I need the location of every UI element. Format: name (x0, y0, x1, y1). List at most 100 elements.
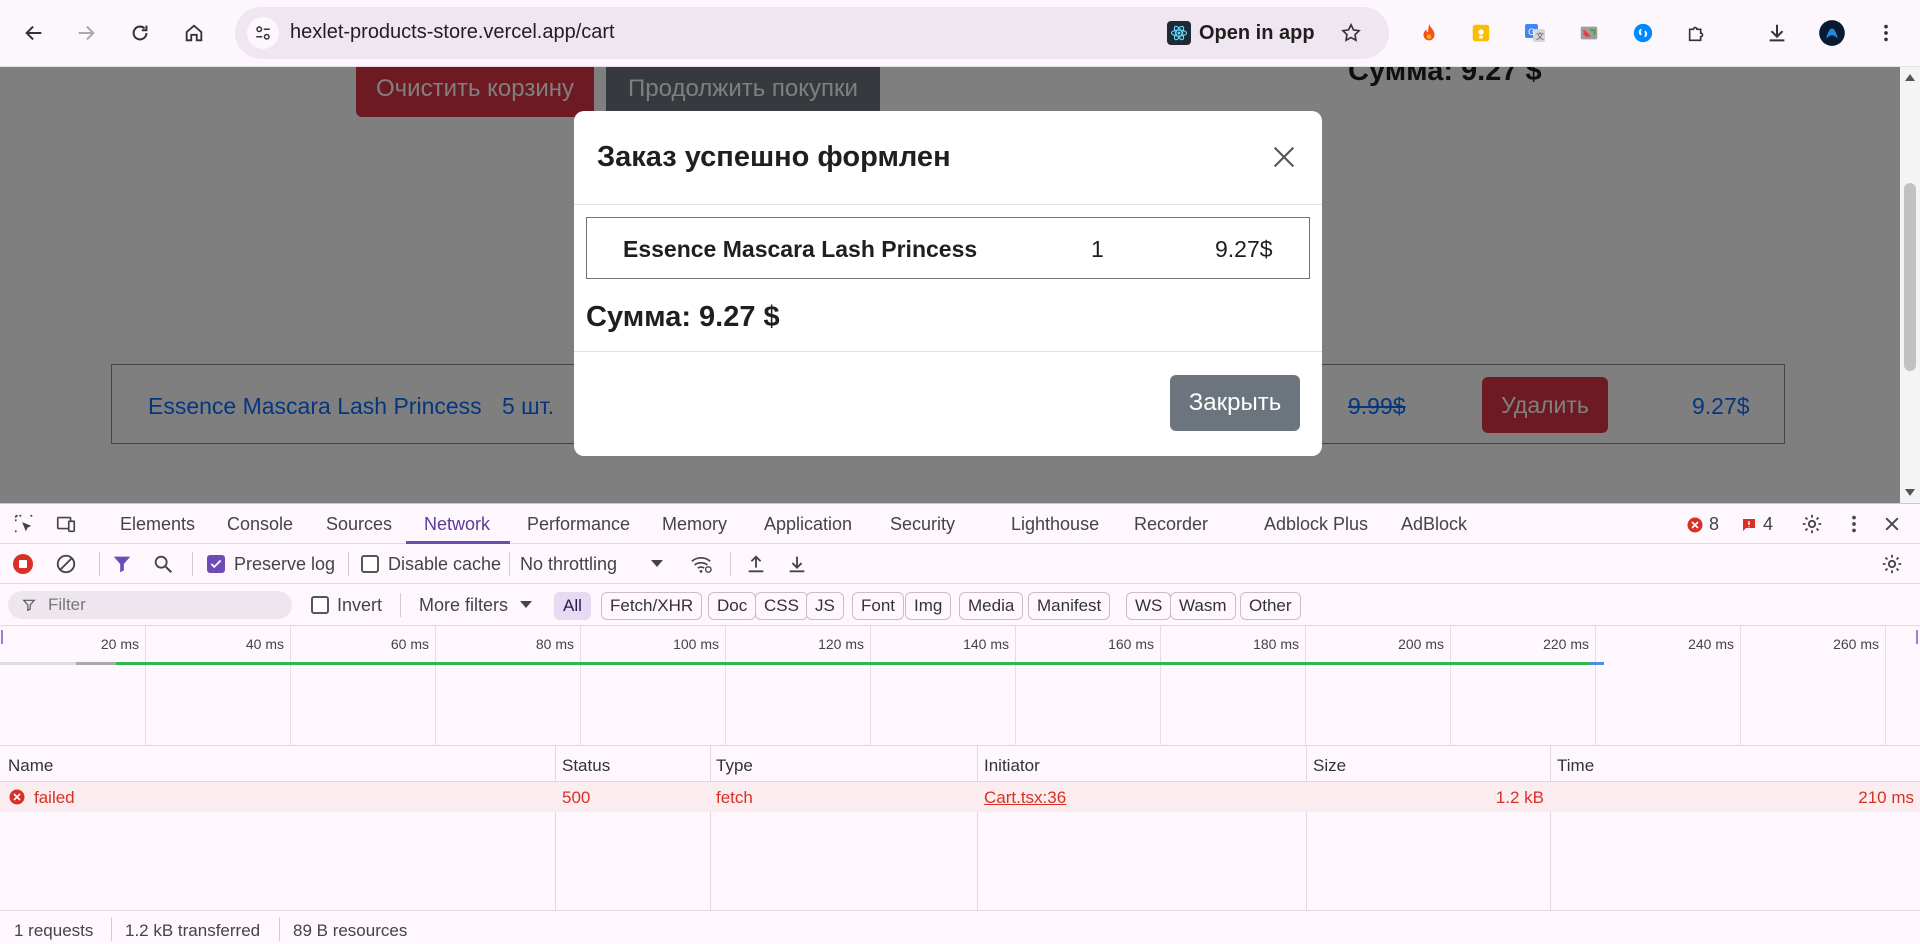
timeline-gridline (145, 626, 146, 746)
col-name[interactable]: Name (8, 756, 53, 776)
url-text[interactable]: hexlet-products-store.vercel.app/cart (290, 21, 615, 44)
fire-extension-icon[interactable] (1411, 15, 1447, 51)
browser-menu-icon[interactable] (1868, 15, 1904, 51)
tab-memory[interactable]: Memory (662, 514, 727, 535)
network-settings-gear-icon[interactable] (1878, 550, 1906, 578)
tab-recorder[interactable]: Recorder (1134, 514, 1208, 535)
request-name[interactable]: failed (34, 788, 75, 808)
clear-log-icon[interactable] (52, 550, 80, 578)
arrow-right-icon (78, 25, 95, 41)
filter-chip-js[interactable]: JS (806, 592, 844, 620)
tab-adblock[interactable]: AdBlock (1401, 514, 1467, 535)
address-bar[interactable]: hexlet-products-store.vercel.app/cart Op… (235, 7, 1389, 59)
preserve-log-checkbox[interactable] (207, 555, 225, 573)
device-toolbar-icon[interactable] (52, 510, 80, 538)
col-type[interactable]: Type (716, 756, 753, 776)
network-conditions-wifi-icon[interactable] (687, 550, 715, 578)
tab-elements[interactable]: Elements (120, 514, 195, 535)
error-counter[interactable]: 8 (1686, 514, 1719, 535)
download-icon[interactable] (1759, 15, 1795, 51)
tab-adblock-plus[interactable]: Adblock Plus (1264, 514, 1368, 535)
throttling-dropdown-icon[interactable] (643, 550, 671, 578)
import-har-upload-icon[interactable] (742, 550, 770, 578)
scrollbar-thumb[interactable] (1904, 183, 1916, 371)
more-filters-button[interactable]: More filters (419, 595, 508, 616)
filter-chip-font[interactable]: Font (852, 592, 905, 620)
modal-close-button[interactable]: Закрыть (1170, 375, 1300, 431)
scroll-up-arrow-icon[interactable] (1900, 67, 1920, 87)
filter-chip-media[interactable]: Media (959, 592, 1024, 620)
site-info-button[interactable] (247, 17, 279, 49)
filter-chip-fetchxhr[interactable]: Fetch/XHR (601, 592, 703, 620)
tab-network[interactable]: Network (424, 514, 490, 535)
network-timeline-overview[interactable]: 20 ms 40 ms 60 ms 80 ms 100 ms 120 ms 140 ms 16… (0, 626, 1920, 746)
profile-avatar-icon[interactable] (1814, 15, 1850, 51)
filter-chip-all[interactable]: All (554, 592, 591, 620)
modal-close-x-button[interactable] (1268, 141, 1300, 173)
reload-button[interactable] (120, 13, 160, 53)
tab-performance[interactable]: Performance (527, 514, 630, 535)
invert-label[interactable]: Invert (337, 595, 382, 616)
filter-chip-ws[interactable]: WS (1126, 592, 1172, 620)
timeline-gridline (580, 626, 581, 746)
forward-button[interactable] (66, 13, 106, 53)
inspect-element-icon[interactable] (10, 510, 38, 538)
shazam-extension-icon[interactable] (1625, 15, 1661, 51)
timeline-gridline (1305, 626, 1306, 746)
filter-funnel-icon[interactable] (108, 550, 136, 578)
timeline-tick-label: 220 ms (1543, 636, 1589, 652)
export-har-download-icon[interactable] (783, 550, 811, 578)
request-size: 1.2 kB (1495, 788, 1544, 807)
resources-size: 89 B resources (293, 921, 408, 940)
search-icon[interactable] (149, 550, 177, 578)
filter-chip-img[interactable]: Img (905, 592, 952, 620)
tab-security[interactable]: Security (890, 514, 955, 535)
request-initiator-link[interactable]: Cart.tsx:36 (984, 788, 1066, 808)
network-summary-bar: 1 requests 1.2 kB transferred 89 B resou… (0, 910, 1920, 944)
filter-chip-doc[interactable]: Doc (708, 592, 757, 620)
tab-console[interactable]: Console (227, 514, 293, 535)
column-divider (1306, 746, 1307, 910)
filter-chip-wasm[interactable]: Wasm (1170, 592, 1236, 620)
back-button[interactable] (14, 13, 54, 53)
summary-divider (111, 917, 112, 941)
devtools-menu-icon[interactable] (1840, 510, 1868, 538)
filter-chip-css[interactable]: CSS (755, 592, 808, 620)
disable-cache-label[interactable]: Disable cache (388, 554, 501, 575)
scroll-down-arrow-icon[interactable] (1900, 483, 1920, 503)
modal-footer: Закрыть (574, 351, 1322, 456)
preserve-log-label[interactable]: Preserve log (234, 554, 335, 575)
extensions-puzzle-icon[interactable] (1679, 15, 1715, 51)
open-in-app-button[interactable]: Open in app (1167, 18, 1315, 48)
col-initiator[interactable]: Initiator (984, 756, 1040, 776)
col-size[interactable]: Size (1313, 756, 1346, 776)
col-time[interactable]: Time (1557, 756, 1594, 776)
issue-count: 4 (1763, 514, 1774, 534)
tab-sources[interactable]: Sources (326, 514, 392, 535)
devtools-close-icon[interactable] (1878, 510, 1906, 538)
error-icon (9, 789, 25, 805)
translate-extension-icon[interactable]: G文 (1517, 15, 1553, 51)
throttling-select[interactable]: No throttling (520, 554, 617, 575)
notes-extension-icon[interactable] (1463, 15, 1499, 51)
tab-application[interactable]: Application (764, 514, 852, 535)
disable-cache-checkbox[interactable] (361, 555, 379, 573)
cast-extension-icon[interactable] (1571, 15, 1607, 51)
filter-chip-manifest[interactable]: Manifest (1028, 592, 1111, 620)
more-filters-dropdown-icon[interactable] (512, 591, 540, 619)
table-row[interactable]: failed 500 fetch Cart.tsx:36 1.2 kB 210 … (0, 782, 1920, 812)
bookmark-button[interactable] (1335, 17, 1367, 49)
page-scrollbar[interactable] (1900, 67, 1920, 503)
filter-chip-other[interactable]: Other (1240, 592, 1301, 620)
devtools-settings-gear-icon[interactable] (1798, 510, 1826, 538)
issue-counter[interactable]: 4 (1740, 514, 1773, 535)
invert-checkbox[interactable] (311, 596, 329, 614)
tab-lighthouse[interactable]: Lighthouse (1011, 514, 1099, 535)
timeline-left-handle[interactable] (1, 630, 3, 644)
request-time: 210 ms (1858, 788, 1914, 807)
timeline-right-handle[interactable] (1916, 630, 1918, 644)
col-status[interactable]: Status (562, 756, 610, 776)
filter-input[interactable]: Filter (8, 591, 292, 619)
home-button[interactable] (174, 13, 214, 53)
record-stop-icon[interactable] (9, 550, 37, 578)
